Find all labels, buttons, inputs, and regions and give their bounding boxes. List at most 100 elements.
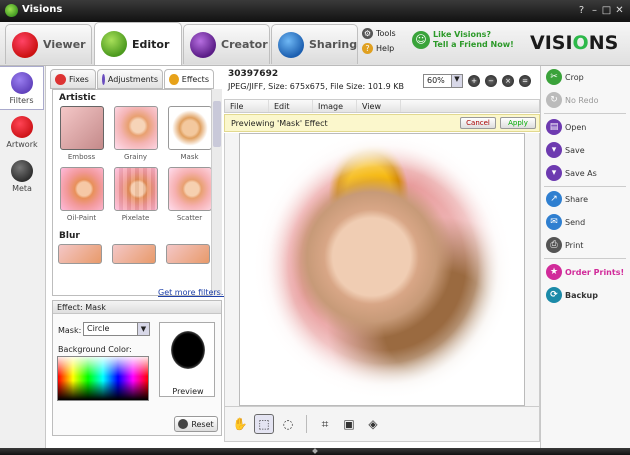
reset-button[interactable]: Reset (174, 416, 218, 432)
filter-thumbnail[interactable] (58, 244, 102, 264)
save-as-button[interactable]: ▾ Save As (546, 165, 597, 181)
divider (544, 113, 626, 114)
cancel-button[interactable]: Cancel (460, 117, 496, 129)
filter-thumbnail[interactable] (112, 244, 156, 264)
filter-label: Grainy (123, 153, 148, 161)
section-artistic: Artistic (59, 93, 96, 103)
tools-help-menu: ⚙ Tools ? Help (362, 26, 396, 56)
order-prints-icon: ★ (546, 264, 562, 280)
sidebar-item-artwork[interactable]: Artwork (0, 110, 44, 154)
frame-tool-icon[interactable]: ▣ (339, 414, 359, 434)
color-palette[interactable] (57, 356, 149, 401)
filter-pixelate[interactable]: Pixelate (112, 167, 159, 226)
crop-icon: ✂ (546, 69, 562, 85)
filter-mask[interactable]: Mask (166, 106, 213, 165)
section-blur: Blur (59, 231, 80, 241)
sidebar-item-meta[interactable]: Meta (0, 154, 44, 198)
viewer-icon (12, 31, 38, 58)
tab-sharing-label: Sharing (309, 38, 358, 51)
filters-scrollbar[interactable] (211, 89, 222, 296)
preview-label: Preview (172, 387, 204, 396)
fit-to-window-icon[interactable]: × (502, 75, 514, 87)
tab-viewer[interactable]: Viewer (5, 24, 92, 64)
help-menu[interactable]: ? Help (362, 41, 396, 56)
photo-preview[interactable] (239, 133, 525, 406)
shape-tool-icon[interactable]: ◈ (363, 414, 383, 434)
mask-select-value: Circle (87, 324, 110, 333)
zoom-select[interactable]: 60% ▼ (423, 74, 463, 88)
tools-menu[interactable]: ⚙ Tools (362, 26, 396, 41)
apply-button[interactable]: Apply (500, 117, 536, 129)
filter-oil-paint[interactable]: Oil-Paint (58, 167, 105, 226)
hand-tool-icon[interactable]: ✋ (230, 414, 250, 434)
chevron-down-icon[interactable]: ▼ (137, 323, 149, 335)
tab-creator[interactable]: Creator (183, 24, 270, 64)
sidebar-item-filters-label: Filters (9, 95, 34, 105)
effect-panel-header: Effect: Mask (53, 301, 221, 314)
crop-tool-icon[interactable]: ⌗ (315, 414, 335, 434)
zoom-in-icon[interactable]: + (468, 75, 480, 87)
sidebar-item-filters[interactable]: Filters (0, 66, 44, 110)
order-prints-button[interactable]: ★ Order Prints! (546, 264, 624, 280)
creator-icon (190, 31, 216, 58)
tab-creator-label: Creator (221, 38, 268, 51)
app-logo-icon (5, 4, 18, 17)
backup-button[interactable]: ⟳ Backup (546, 287, 598, 303)
filter-grainy[interactable]: Grainy (112, 106, 159, 165)
menu-image[interactable]: Image (313, 100, 357, 112)
send-button[interactable]: ✉ Send (546, 214, 585, 230)
filter-thumbnail[interactable] (166, 244, 210, 264)
sharing-icon (278, 31, 304, 58)
rectangle-select-icon[interactable]: ⬚ (254, 414, 274, 434)
artwork-icon (11, 115, 33, 138)
divider (544, 186, 626, 187)
share-button[interactable]: ↗ Share (546, 191, 588, 207)
effect-preview: Preview (159, 322, 215, 397)
menu-view[interactable]: View (357, 100, 401, 112)
toolbar-separator (306, 415, 307, 433)
open-button[interactable]: ▤ Open (546, 119, 586, 135)
chevron-down-icon[interactable]: ▼ (451, 75, 462, 87)
save-as-label: Save As (565, 168, 597, 178)
save-icon: ▾ (546, 142, 562, 158)
get-more-filters-link[interactable]: Get more filters... (158, 288, 228, 297)
meta-icon (11, 159, 33, 182)
menu-edit[interactable]: Edit (269, 100, 313, 112)
editor-menubar: File Edit Image View (224, 99, 540, 113)
sidebar-item-artwork-label: Artwork (6, 139, 38, 149)
tab-sharing[interactable]: Sharing (271, 24, 358, 64)
main-navigation: Viewer Editor Creator Sharing ⚙ Tools ? He… (0, 22, 630, 66)
filter-label: Mask (180, 153, 199, 161)
mask-select[interactable]: Circle ▼ (83, 322, 150, 336)
actual-size-icon[interactable]: = (519, 75, 531, 87)
save-button[interactable]: ▾ Save (546, 142, 585, 158)
crop-button[interactable]: ✂ Crop (546, 69, 584, 85)
left-sidebar: Filters Artwork Meta (0, 66, 46, 448)
preview-message: Previewing 'Mask' Effect (231, 119, 328, 128)
filter-scatter[interactable]: Scatter (166, 167, 213, 226)
gear-icon: ⚙ (362, 28, 373, 39)
redo-button[interactable]: ↻ No Redo (546, 92, 599, 108)
divider (544, 258, 626, 259)
filter-thumbnail (167, 106, 212, 150)
print-button[interactable]: ⎙ Print (546, 237, 583, 253)
preview-mask-shape (171, 331, 205, 369)
resize-grip-icon[interactable] (312, 448, 318, 454)
redo-label: No Redo (565, 95, 599, 105)
tab-effects[interactable]: Effects (164, 69, 214, 89)
filter-label: Oil-Paint (66, 214, 97, 222)
backup-label: Backup (565, 290, 598, 300)
tab-editor[interactable]: Editor (94, 22, 182, 65)
menu-file[interactable]: File (225, 100, 269, 112)
title-bar: Visions ? – □ ✕ (0, 0, 630, 22)
promo-link[interactable]: ☺ Like Visions? Tell a Friend Now! (412, 30, 514, 50)
print-icon: ⎙ (546, 237, 562, 253)
ellipse-select-icon[interactable]: ◌ (278, 414, 298, 434)
redo-icon: ↻ (546, 92, 562, 108)
tab-adjustments[interactable]: Adjustments (97, 69, 163, 89)
tab-fixes[interactable]: Fixes (50, 69, 96, 89)
filter-emboss[interactable]: Emboss (58, 106, 105, 165)
close-button[interactable]: ✕ (612, 3, 627, 18)
scrollbar-thumb[interactable] (213, 101, 221, 147)
zoom-out-icon[interactable]: − (485, 75, 497, 87)
